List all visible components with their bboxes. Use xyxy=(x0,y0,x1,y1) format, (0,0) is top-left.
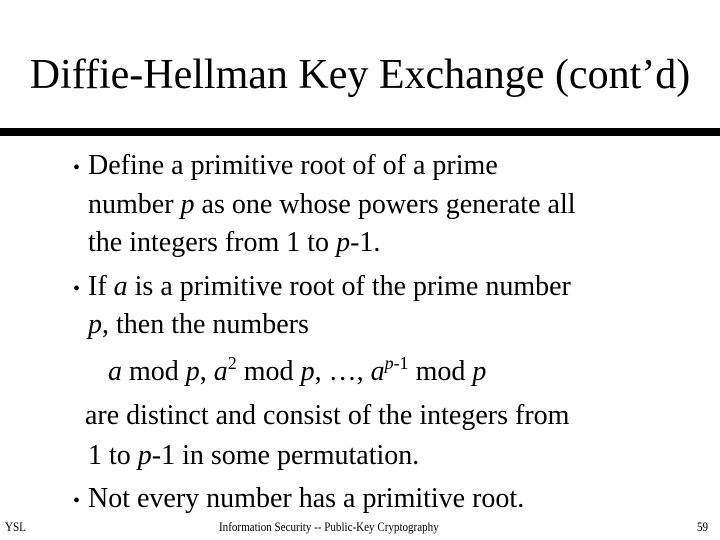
bullet-icon: • xyxy=(73,490,81,512)
math-variable: p xyxy=(472,356,487,387)
math-variable: a xyxy=(113,271,128,302)
title-divider xyxy=(0,128,720,136)
bullet-1-line-3: the integers from 1 to p-1. xyxy=(88,227,381,258)
bullet-1-line-2: number p as one whose powers generate al… xyxy=(88,189,576,220)
bullet-2-line-1: If a is a primitive root of the prime nu… xyxy=(88,271,571,302)
math-variable: a xyxy=(370,356,385,387)
math-variable: a xyxy=(108,356,122,387)
bullet-2-line-2: p, then the numbers xyxy=(88,309,309,340)
math-variable: a xyxy=(213,356,228,387)
math-variable: p xyxy=(88,309,102,340)
footer-course-title: Information Security -- Public-Key Crypt… xyxy=(219,519,439,534)
math-variable: p xyxy=(180,189,195,220)
slide-title-text: Diffie-Hellman Key Exchange (cont’d) xyxy=(29,52,691,98)
bullet-3-line-1: Not every number has a primitive root. xyxy=(88,483,525,514)
math-variable: p xyxy=(137,440,152,471)
bullet-1-line-1: Define a primitive root of of a prime xyxy=(88,150,498,181)
slide-title: Diffie-Hellman Key Exchange (cont’d) xyxy=(0,0,720,128)
slide-number: 59 xyxy=(697,519,709,534)
math-variable: p xyxy=(300,356,315,387)
bullet-icon: • xyxy=(73,157,81,179)
math-variable: p xyxy=(185,356,200,387)
bullet-2-formula: a mod p, a2 mod p, …, ap-1 mod p xyxy=(108,353,487,387)
bullet-2-line-5: 1 to p-1 in some permutation. xyxy=(88,440,420,471)
bullet-icon: • xyxy=(73,278,81,300)
bullet-2-line-4: are distinct and consist of the integers… xyxy=(85,400,570,431)
footer-author: YSL xyxy=(5,519,26,534)
exponent: p-1 xyxy=(384,353,409,373)
math-variable: p xyxy=(336,227,351,258)
exponent: 2 xyxy=(227,353,237,373)
